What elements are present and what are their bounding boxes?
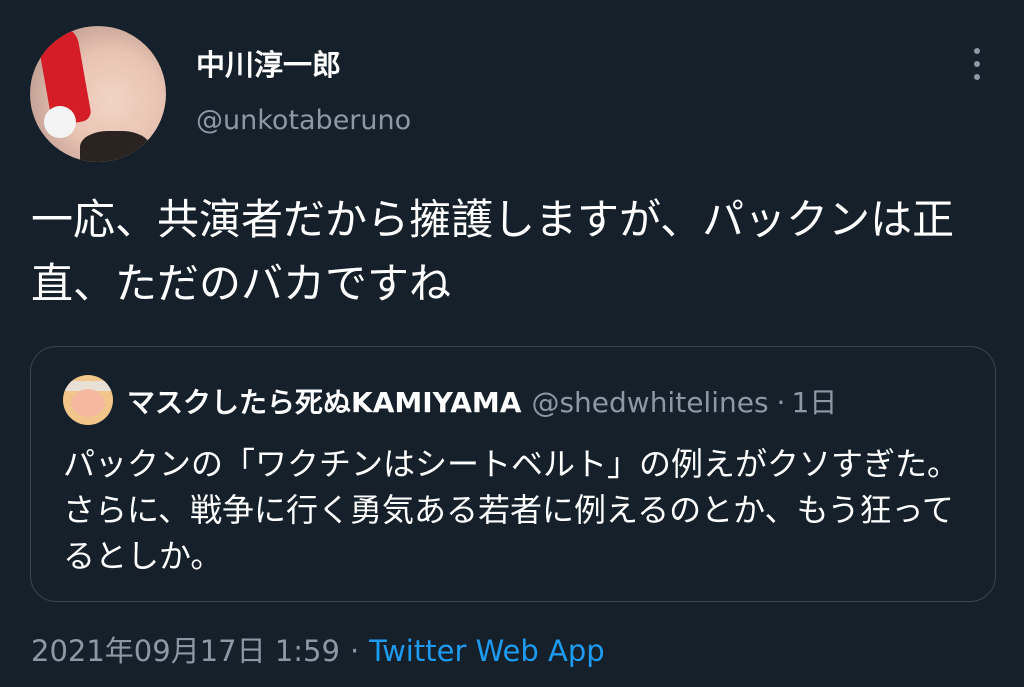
quoted-tweet-card[interactable]: マスクしたら死ぬKAMIYAMA @shedwhitelines · 1日 パッ… — [30, 346, 996, 602]
tweet-timestamp[interactable]: 2021年09月17日 1:59 — [31, 628, 340, 670]
more-vertical-icon[interactable] — [964, 44, 990, 84]
tweet-footer: 2021年09月17日 1:59 · Twitter Web App — [31, 628, 605, 670]
more-dot — [974, 74, 980, 80]
quoted-tweet-time[interactable]: 1日 — [791, 381, 837, 421]
quoted-author-username[interactable]: @shedwhitelines — [531, 386, 768, 419]
hat-pompom — [44, 106, 76, 138]
tweet-text: 一応、共演者だから擁護しますが、パックンは正直、ただのバカですね — [31, 195, 955, 308]
author-username[interactable]: @unkotaberuno — [196, 105, 411, 136]
more-dot — [974, 61, 980, 67]
more-dot — [974, 48, 980, 54]
quoted-author-name[interactable]: マスクしたら死ぬKAMIYAMA — [127, 381, 521, 421]
header-separator: · — [776, 386, 786, 419]
author-avatar[interactable] — [30, 26, 166, 162]
quoted-tweet-text: パックンの「ワクチンはシートベルト」の例えがクソすぎた。さらに、戦争に行く勇気あ… — [63, 445, 960, 575]
avatar-face — [71, 389, 105, 417]
author-display-name[interactable]: 中川淳一郎 — [196, 42, 341, 84]
footer-separator: · — [349, 634, 360, 668]
source-link[interactable]: Twitter Web App — [369, 634, 605, 668]
quoted-tweet-header: マスクしたら死ぬKAMIYAMA @shedwhitelines · 1日 — [127, 381, 837, 421]
quoted-author-avatar[interactable] — [63, 375, 113, 425]
avatar-shadow — [80, 131, 150, 162]
